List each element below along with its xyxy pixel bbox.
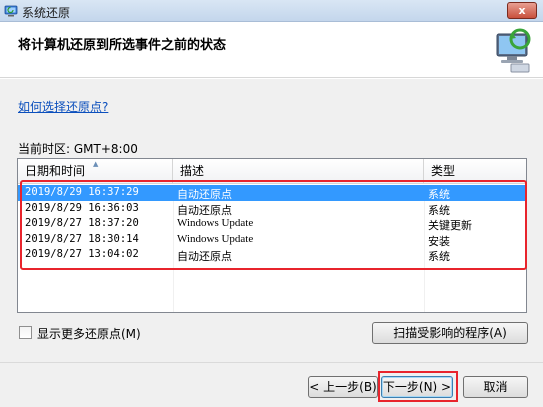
cell-type: 系统 [428, 250, 450, 263]
show-more-label[interactable]: 显示更多还原点(M) [37, 325, 141, 342]
table-body: 2019/8/29 16:37:29 自动还原点 系统 2019/8/29 16… [18, 185, 526, 263]
sort-arrow-icon: ▲ [93, 160, 99, 168]
window-title: 系统还原 [22, 6, 71, 20]
table-header: 日期和时间 ▲ 描述 类型 [18, 159, 526, 184]
timezone-label: 当前时区: GMT+8:00 [18, 142, 138, 156]
cell-description: Windows Update [177, 217, 254, 229]
table-row[interactable]: 2019/8/27 18:30:14 Windows Update 安装 [18, 232, 526, 248]
title-bar: 系统还原 x [0, 0, 543, 22]
system-restore-icon [4, 5, 18, 17]
table-row[interactable]: 2019/8/27 18:37:20 Windows Update 关键更新 [18, 216, 526, 232]
column-header-description[interactable]: 描述 [173, 159, 424, 183]
scan-affected-programs-button[interactable]: 扫描受影响的程序(A) [372, 322, 528, 344]
cancel-button[interactable]: 取消 [463, 376, 528, 398]
next-button[interactable]: 下一步(N) > [381, 376, 453, 398]
cell-datetime: 2019/8/27 18:30:14 [25, 232, 139, 245]
table-row[interactable]: 2019/8/27 13:04:02 自动还原点 系统 [18, 247, 526, 263]
cell-datetime: 2019/8/29 16:36:03 [25, 201, 139, 214]
cell-datetime: 2019/8/27 18:37:20 [25, 217, 139, 229]
wizard-header: 将计算机还原到所选事件之前的状态 [0, 22, 543, 78]
cell-datetime: 2019/8/27 13:04:02 [25, 248, 139, 260]
column-header-type[interactable]: 类型 [424, 159, 526, 183]
page-title: 将计算机还原到所选事件之前的状态 [18, 38, 227, 53]
table-row[interactable]: 2019/8/29 16:37:29 自动还原点 系统 [18, 185, 526, 201]
cell-description: 自动还原点 [177, 250, 232, 263]
show-more-checkbox[interactable] [19, 326, 32, 339]
restore-monitor-icon [496, 28, 531, 73]
cell-datetime: 2019/8/29 16:37:29 [25, 186, 139, 198]
restore-point-table[interactable]: 日期和时间 ▲ 描述 类型 2019/8/29 16:37:29 自动还原点 系… [17, 158, 527, 313]
table-row[interactable]: 2019/8/29 16:36:03 自动还原点 系统 [18, 201, 526, 217]
close-button[interactable]: x [507, 2, 537, 19]
divider [0, 362, 543, 363]
cell-description: Windows Update [177, 232, 254, 245]
back-button[interactable]: < 上一步(B) [308, 376, 378, 398]
help-link[interactable]: 如何选择还原点? [18, 98, 108, 115]
